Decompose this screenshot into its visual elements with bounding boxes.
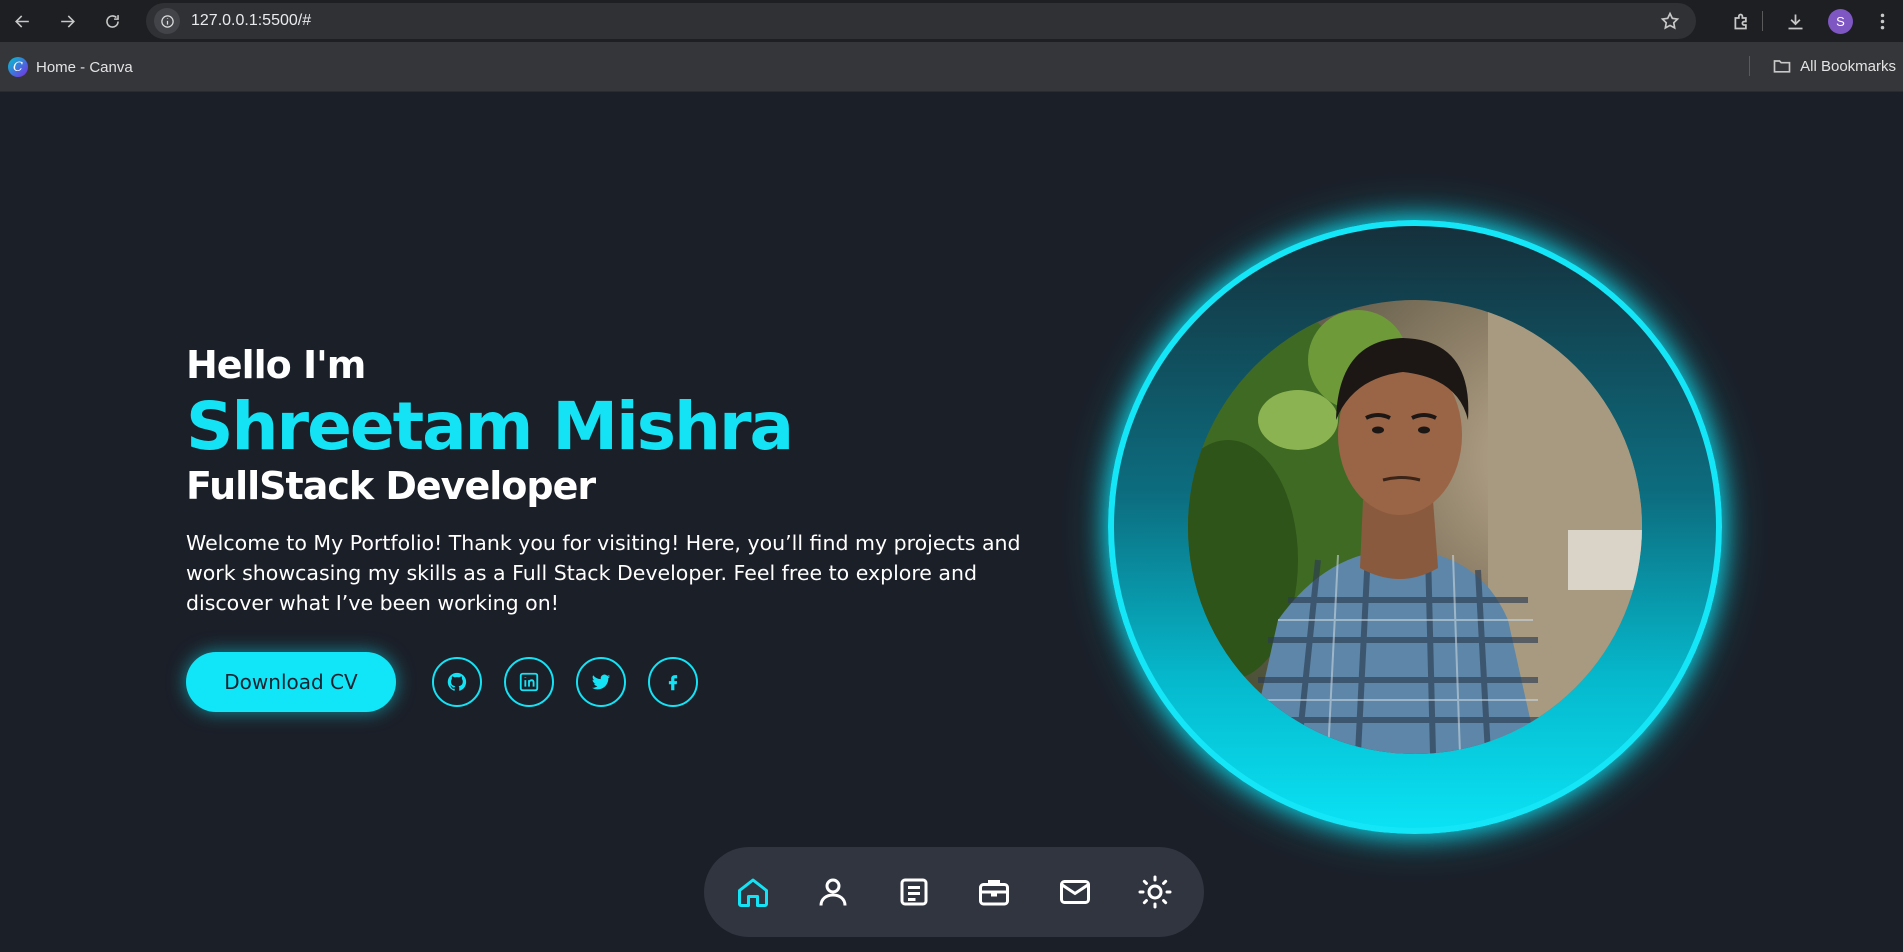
nav-resume[interactable]: [893, 871, 935, 913]
extensions-button[interactable]: [1731, 0, 1752, 42]
twitter-icon: [591, 674, 611, 690]
all-bookmarks-button[interactable]: All Bookmarks: [1772, 56, 1896, 76]
linkedin-link[interactable]: [504, 657, 554, 707]
browser-toolbar: 127.0.0.1:5500/# S: [0, 0, 1903, 42]
theme-toggle[interactable]: [1134, 871, 1176, 913]
briefcase-icon: [979, 880, 1010, 906]
downloads-button[interactable]: [1785, 0, 1806, 42]
download-cv-button[interactable]: Download CV: [186, 652, 396, 712]
reload-button[interactable]: [92, 4, 132, 38]
bookmarks-divider: [1749, 56, 1750, 76]
linkedin-icon: [519, 672, 539, 692]
url-text[interactable]: 127.0.0.1:5500/#: [191, 12, 311, 30]
hero-actions: Download CV: [186, 652, 698, 712]
info-icon: [160, 14, 174, 28]
profile-photo: [1188, 300, 1642, 754]
github-link[interactable]: [432, 657, 482, 707]
bottom-nav: [704, 847, 1204, 937]
nav-portfolio[interactable]: [973, 871, 1015, 913]
back-button[interactable]: [2, 4, 42, 38]
bookmark-label: Home - Canva: [36, 58, 133, 76]
folder-icon: [1773, 60, 1791, 73]
address-bar[interactable]: 127.0.0.1:5500/#: [146, 3, 1696, 39]
portrait-illustration: [1188, 300, 1642, 754]
canva-icon: C: [8, 57, 28, 77]
puzzle-icon: [1734, 13, 1747, 29]
facebook-link[interactable]: [648, 657, 698, 707]
hero-name: Shreetam Mishra: [186, 388, 794, 465]
bookmarks-bar: C Home - Canva All Bookmarks: [0, 42, 1903, 92]
hero-role: FullStack Developer: [186, 464, 596, 508]
forward-button[interactable]: [47, 4, 87, 38]
site-info-button[interactable]: [154, 8, 180, 34]
nav-about[interactable]: [812, 871, 854, 913]
browser-menu-button[interactable]: [1872, 0, 1893, 42]
profile-avatar[interactable]: S: [1828, 9, 1853, 34]
toolbar-divider: [1762, 11, 1763, 31]
home-icon: [738, 878, 768, 907]
bookmark-canva[interactable]: C Home - Canva: [8, 57, 133, 77]
arrow-right-icon: [60, 14, 75, 28]
user-icon: [819, 878, 847, 906]
bookmark-star-icon[interactable]: [1660, 11, 1680, 31]
document-icon: [900, 878, 928, 906]
all-bookmarks-label: All Bookmarks: [1800, 57, 1896, 75]
nav-home[interactable]: [732, 871, 774, 913]
download-icon: [1788, 14, 1803, 29]
nav-contact[interactable]: [1054, 871, 1096, 913]
hero-intro: Welcome to My Portfolio! Thank you for v…: [186, 531, 1021, 615]
sun-icon: [1138, 875, 1172, 909]
arrow-left-icon: [14, 14, 29, 28]
facebook-icon: [668, 675, 678, 691]
hero-greeting: Hello I'm: [186, 343, 366, 387]
reload-icon: [105, 14, 119, 28]
github-icon: [447, 672, 467, 691]
hero-section: Hello I'm Shreetam Mishra FullStack Deve…: [186, 340, 1066, 618]
more-vertical-icon: [1880, 13, 1885, 29]
twitter-link[interactable]: [576, 657, 626, 707]
mail-icon: [1059, 880, 1090, 904]
